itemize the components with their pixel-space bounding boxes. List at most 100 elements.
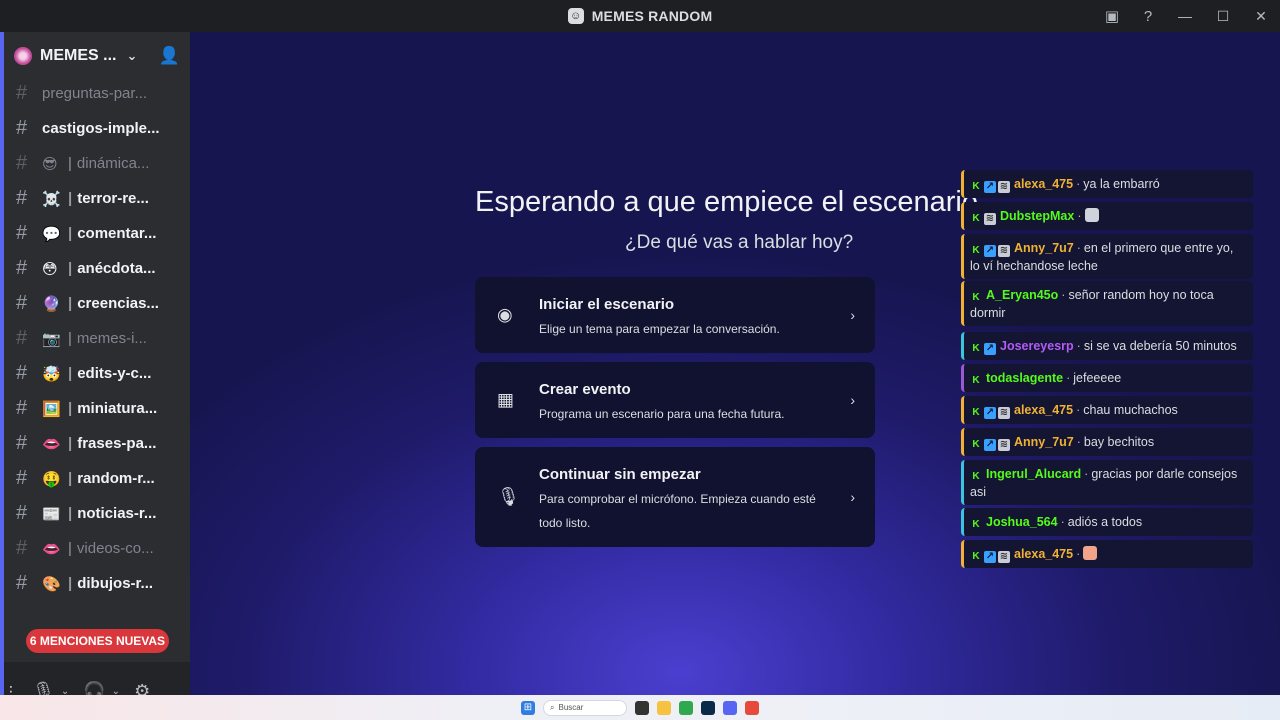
- help-icon[interactable]: ?: [1130, 0, 1166, 32]
- channel-name: noticias-r...: [77, 505, 157, 522]
- kick-badge-icon: K: [972, 439, 980, 450]
- channel-item[interactable]: # 💬 | comentar...: [4, 216, 190, 251]
- channel-item[interactable]: # ☠️ | terror-re...: [4, 181, 190, 216]
- channel-name: dibujos-r...: [77, 575, 154, 592]
- task-view-icon[interactable]: [635, 700, 649, 715]
- channel-item[interactable]: # 👄 | frases-pa...: [4, 426, 190, 461]
- window-title: ☺ MEMES RANDOM: [0, 0, 1280, 32]
- sub-badge-icon: ↗: [984, 245, 996, 257]
- channel-item[interactable]: # castigos-imple...: [4, 111, 190, 146]
- search-icon: ⌕: [550, 702, 555, 712]
- channel-emoji-icon: ☠️: [42, 190, 61, 208]
- channel-item[interactable]: # 🔮 | creencias...: [4, 286, 190, 321]
- chat-separator: ·: [1076, 403, 1081, 417]
- minimize-button[interactable]: —: [1166, 0, 1204, 32]
- chat-separator: ·: [1060, 515, 1065, 529]
- photoshop-icon[interactable]: [701, 700, 715, 715]
- maximize-button[interactable]: ☐: [1204, 0, 1242, 32]
- chat-message: Ktodaslagente · jefeeeee: [961, 364, 1253, 392]
- chat-separator: ·: [1076, 435, 1081, 449]
- channel-item[interactable]: # 🤯 | edits-y-c...: [4, 356, 190, 391]
- stage-icon: ◉: [497, 304, 513, 325]
- start-stage-card[interactable]: ◉ Iniciar el escenario Elige un tema par…: [475, 277, 875, 353]
- channel-emoji-icon: 💬: [42, 225, 61, 243]
- hash-icon: #: [16, 292, 28, 314]
- channel-item[interactable]: # 👄 | videos-co...: [4, 531, 190, 566]
- channel-item[interactable]: # 📰 | noticias-r...: [4, 496, 190, 531]
- chat-username: Anny_7u7: [1014, 435, 1074, 449]
- kick-badge-icon: K: [972, 181, 980, 192]
- folder-icon[interactable]: [657, 700, 671, 715]
- chat-separator: ·: [1084, 467, 1089, 481]
- hash-icon: #: [16, 327, 28, 349]
- channel-separator: |: [68, 155, 72, 172]
- channel-separator: |: [68, 575, 73, 592]
- kick-badge-icon: K: [972, 375, 980, 386]
- start-icon[interactable]: ⊞: [521, 700, 535, 715]
- taskbar-search[interactable]: ⌕ Buscar: [543, 699, 627, 716]
- card-title: Crear evento: [539, 381, 631, 398]
- hash-icon: #: [16, 187, 28, 209]
- microphone-icon: 🎙: [497, 486, 520, 507]
- channel-separator: |: [68, 470, 73, 487]
- hash-icon: #: [16, 432, 28, 454]
- kick-badge-icon: K: [972, 551, 980, 562]
- chat-separator: ·: [1061, 288, 1066, 302]
- chat-message: K Ingerul_Alucard · gracias por darle conse…: [961, 460, 1253, 505]
- add-person-icon[interactable]: 👤: [159, 46, 180, 66]
- channel-separator: |: [68, 400, 73, 417]
- chrome-icon[interactable]: [679, 700, 693, 715]
- chat-message: K Joshua_564 · adiós a todos: [961, 508, 1253, 536]
- chat-message: K ↗ ≋ alexa_475 · chau muchachos: [961, 396, 1253, 424]
- channel-name: edits-y-c...: [77, 365, 152, 382]
- channel-item[interactable]: # preguntas-par...: [4, 76, 190, 111]
- channel-item[interactable]: # 🎨 | dibujos-r...: [4, 566, 190, 601]
- hash-icon: #: [16, 117, 28, 139]
- card-title: Iniciar el escenario: [539, 296, 675, 313]
- channel-item[interactable]: # 🤑 | random-r...: [4, 461, 190, 496]
- new-mentions-pill[interactable]: 6 MENCIONES NUEVAS: [26, 629, 169, 653]
- continue-without-starting-card[interactable]: 🎙 Continuar sin empezar Para comprobar e…: [475, 447, 875, 547]
- chat-text: jefeeeee: [1073, 371, 1122, 385]
- channel-separator: |: [68, 435, 73, 452]
- channel-name: frases-pa...: [77, 435, 157, 452]
- chat-message: K ↗ ≋ Anny_7u7 · en el primero que entre yo, …: [961, 234, 1253, 279]
- hash-icon: #: [16, 152, 28, 174]
- hash-icon: #: [16, 537, 28, 559]
- stage-subline: ¿De qué vas a hablar hoy?: [625, 232, 854, 253]
- chat-username: Joshua_564: [986, 515, 1058, 529]
- chat-username: Anny_7u7: [1014, 241, 1074, 255]
- channel-item[interactable]: # 😎 | dinámica...: [4, 146, 190, 181]
- channel-separator: |: [68, 190, 73, 207]
- channel-item[interactable]: # 🖼️ | miniatura...: [4, 391, 190, 426]
- create-event-card[interactable]: ▦ Crear evento Programa un escenario par…: [475, 362, 875, 438]
- channel-sidebar: MEMES ... ⌄ 👤 # preguntas-par... # castigos…: [0, 32, 190, 720]
- chat-message: K ≋ DubstepMax ·: [961, 202, 1253, 230]
- gifter-badge-icon: ≋: [998, 439, 1010, 451]
- chat-text: bay bechitos: [1083, 435, 1155, 449]
- sub-badge-icon: ↗: [984, 439, 996, 451]
- server-name: MEMES ...: [40, 47, 117, 64]
- channel-emoji-icon: 👄: [42, 540, 61, 558]
- channel-emoji-icon: 🤑: [42, 470, 61, 488]
- chat-separator: ·: [1077, 209, 1082, 223]
- channel-emoji-icon: 🤯: [42, 365, 61, 383]
- chat-text: chau muchachos: [1083, 403, 1178, 417]
- close-button[interactable]: ✕: [1242, 0, 1280, 32]
- channel-separator: |: [68, 505, 73, 522]
- window-title-text: MEMES RANDOM: [591, 8, 713, 24]
- chat-message: K ↗ ≋ alexa_475 · ya la embarró: [961, 170, 1253, 198]
- obs-icon[interactable]: [745, 700, 759, 715]
- kick-badge-icon: K: [972, 343, 980, 354]
- channel-item[interactable]: # 😳 | anécdota...: [4, 251, 190, 286]
- chat-text: si se va debería 50 minutos: [1083, 339, 1237, 353]
- channel-emoji-icon: 🎨: [42, 575, 61, 593]
- channel-name: preguntas-par...: [42, 85, 148, 102]
- inbox-icon[interactable]: ▣: [1094, 0, 1130, 32]
- channel-item[interactable]: # 📷 | memes-i...: [4, 321, 190, 356]
- channel-name: dinámica...: [76, 155, 150, 172]
- hash-icon: #: [16, 502, 28, 524]
- channel-emoji-icon: 📷: [42, 330, 61, 348]
- discord-icon[interactable]: [723, 700, 737, 715]
- chat-separator: ·: [1076, 241, 1081, 255]
